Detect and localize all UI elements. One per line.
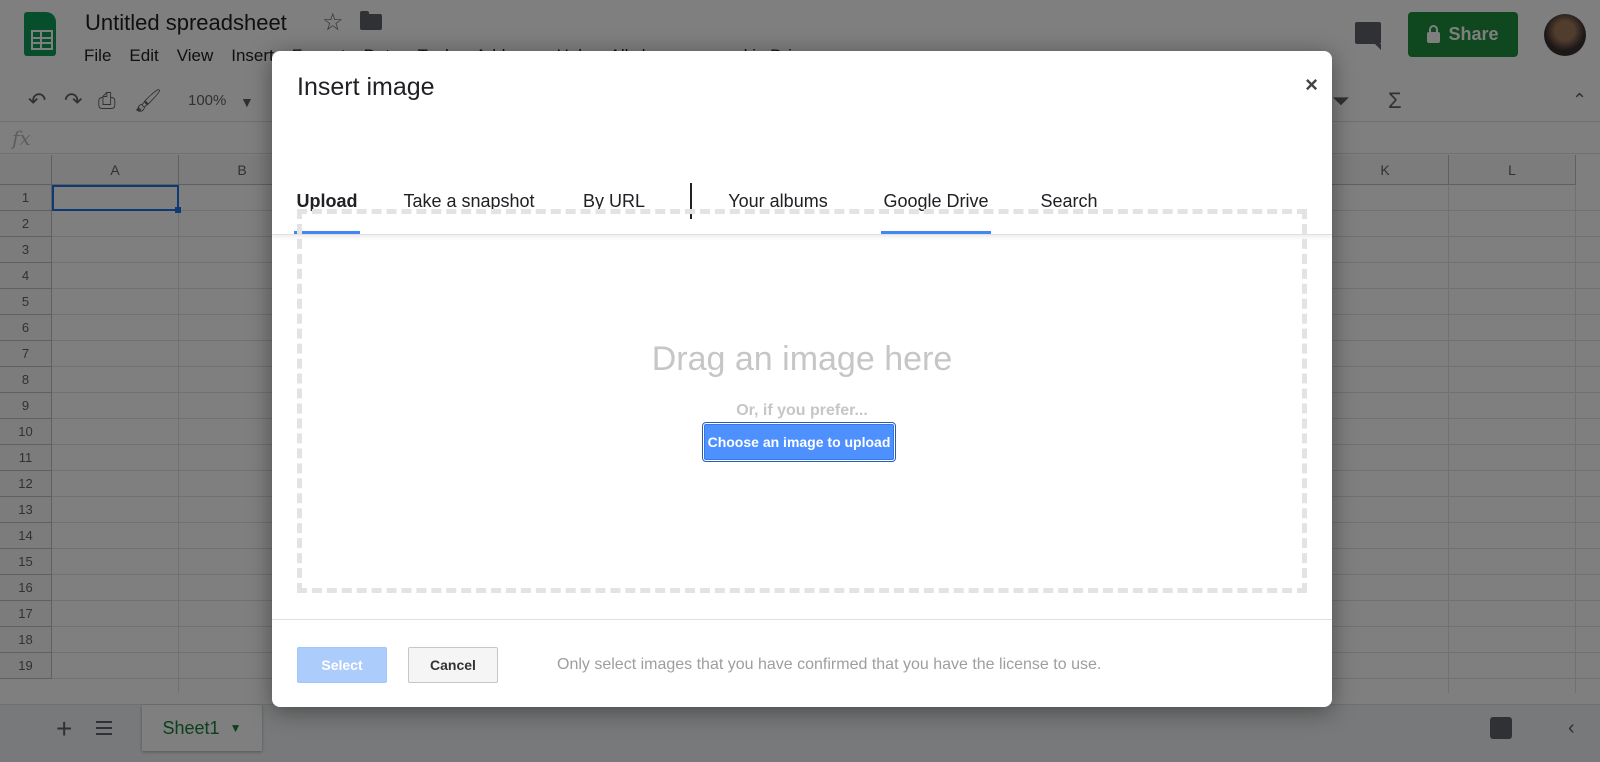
tab-label: Search xyxy=(1040,191,1098,211)
tab-label: Take a snapshot xyxy=(403,191,535,211)
tab-label: By URL xyxy=(582,191,645,211)
image-drop-zone[interactable]: Drag an image here Or, if you prefer... … xyxy=(297,209,1307,593)
tab-label: Upload xyxy=(296,191,358,211)
tab-label: Google Drive xyxy=(883,191,989,211)
dialog-title: Insert image xyxy=(297,73,435,101)
insert-image-dialog: Insert image × Upload Take a snapshot By… xyxy=(272,51,1332,707)
cancel-button[interactable]: Cancel xyxy=(408,647,498,683)
drop-subtitle: Or, if you prefer... xyxy=(736,402,868,419)
close-icon[interactable]: × xyxy=(1305,73,1318,97)
tab-label: Your albums xyxy=(728,191,828,211)
select-button[interactable]: Select xyxy=(297,647,387,683)
dialog-footer: Select Cancel Only select images that yo… xyxy=(272,619,1332,707)
drop-title: Drag an image here xyxy=(651,340,953,378)
license-note: Only select images that you have confirm… xyxy=(557,656,1102,673)
choose-image-button[interactable]: Choose an image to upload xyxy=(702,422,896,462)
